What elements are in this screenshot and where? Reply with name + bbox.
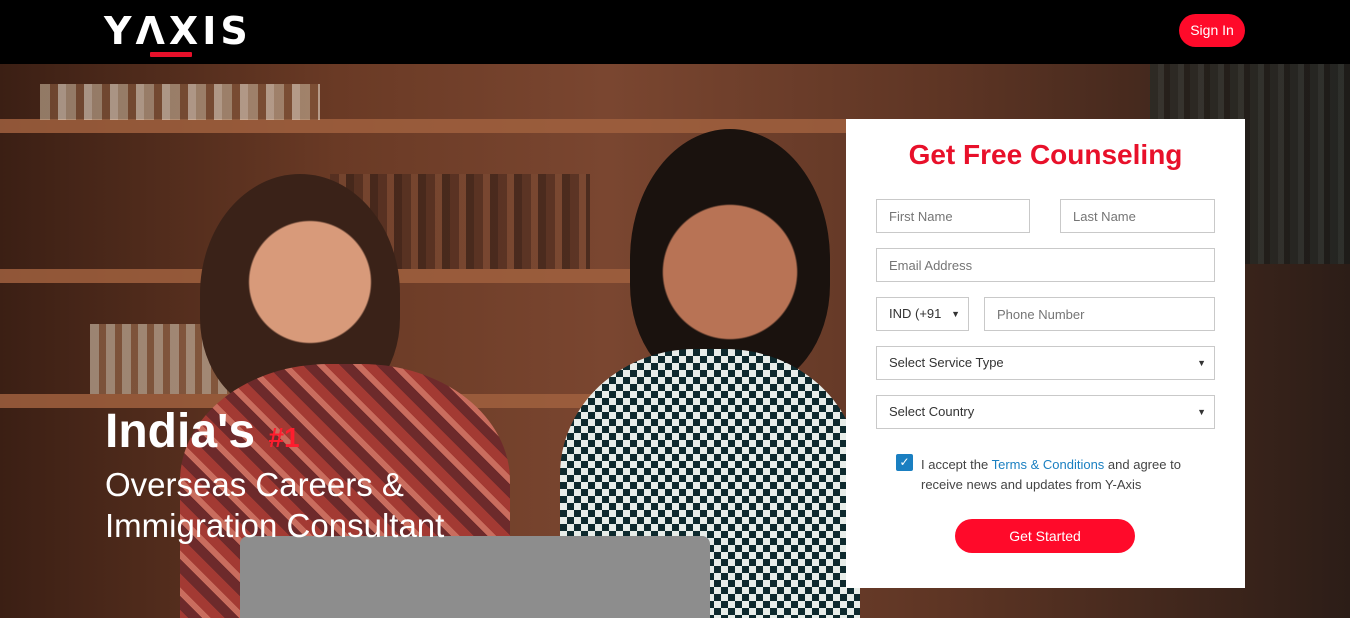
terms-link[interactable]: Terms & Conditions — [992, 457, 1105, 472]
books — [40, 84, 320, 120]
country-value: Select Country — [889, 404, 975, 419]
email-input[interactable] — [876, 248, 1215, 282]
logo-text: YΛXIS — [104, 9, 252, 53]
last-name-input[interactable] — [1060, 199, 1215, 233]
consent-text: I accept the Terms & Conditions and agre… — [921, 457, 1181, 492]
hero-tagline: India's #1 Overseas Careers & Immigratio… — [105, 407, 444, 545]
caret-down-icon: ▼ — [1197, 407, 1206, 417]
service-type-select[interactable]: Select Service Type ▼ — [876, 346, 1215, 380]
first-name-input[interactable] — [876, 199, 1030, 233]
counseling-form: Get Free Counseling IND (+91 ▼ Select Se… — [846, 119, 1245, 588]
country-code-select[interactable]: IND (+91 ▼ — [876, 297, 969, 331]
tagline-country: India's — [105, 405, 256, 458]
phone-input[interactable] — [984, 297, 1215, 331]
service-type-value: Select Service Type — [889, 355, 1004, 370]
caret-down-icon: ▼ — [1197, 358, 1206, 368]
tagline-line2: Overseas Careers & — [105, 466, 404, 503]
country-select[interactable]: Select Country ▼ — [876, 395, 1215, 429]
country-code-value: IND (+91 — [889, 306, 942, 321]
logo-underline — [150, 52, 192, 57]
tagline-rank: #1 — [268, 422, 300, 453]
sign-in-button[interactable]: Sign In — [1179, 14, 1245, 47]
get-started-button[interactable]: Get Started — [955, 519, 1135, 553]
top-navbar: YΛXIS Sign In — [0, 0, 1350, 64]
yaxis-logo[interactable]: YΛXIS — [104, 8, 284, 57]
laptop — [240, 536, 710, 618]
checkmark-icon: ✓ — [899, 455, 910, 469]
tagline-line3: Immigration Consultant — [105, 507, 445, 544]
form-title: Get Free Counseling — [908, 139, 1183, 170]
caret-down-icon: ▼ — [951, 309, 960, 319]
consent-checkbox[interactable]: ✓ — [896, 454, 913, 471]
